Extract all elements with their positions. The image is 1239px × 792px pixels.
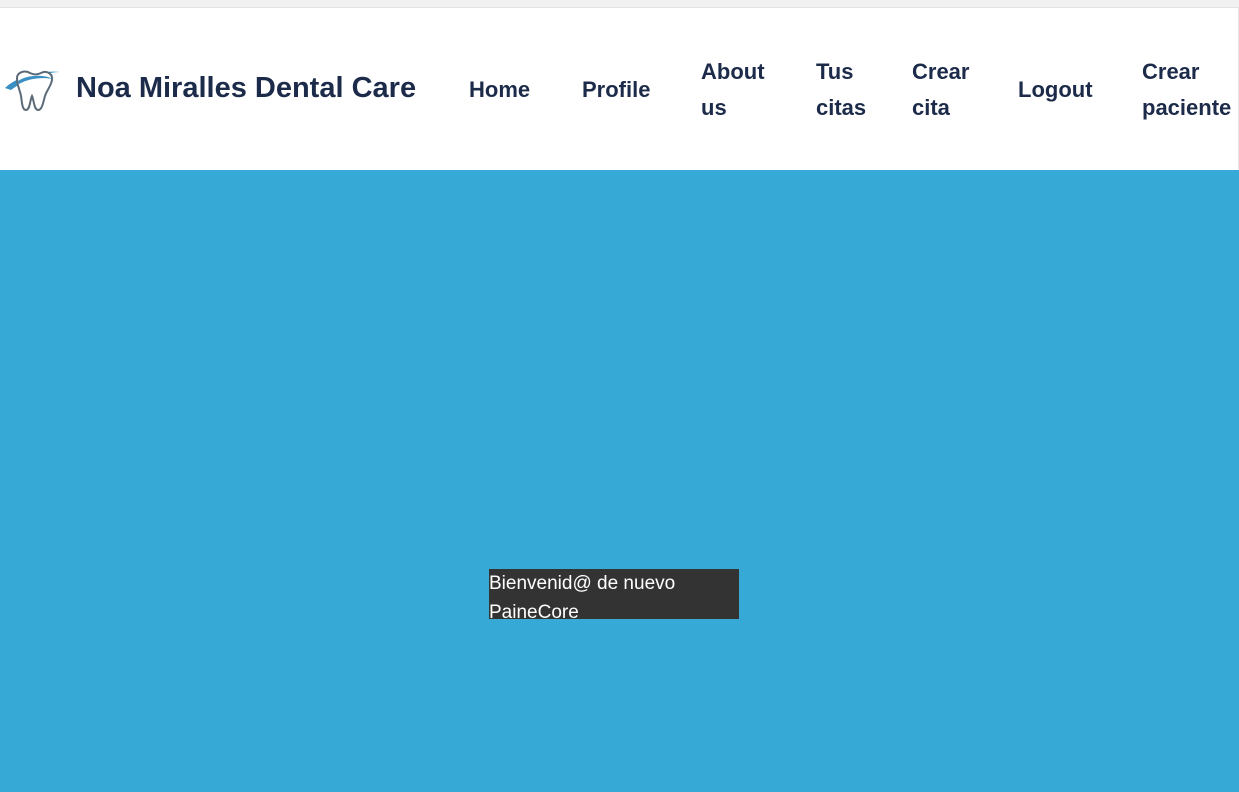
nav-about-us[interactable]: About us: [701, 54, 765, 126]
nav-logout[interactable]: Logout: [1018, 72, 1093, 108]
nav-home[interactable]: Home: [469, 72, 530, 108]
nav-tus-citas-line1: Tus: [816, 59, 854, 84]
browser-top-strip: [0, 0, 1239, 8]
nav-crear-paciente-line1: Crear: [1142, 59, 1200, 84]
tooth-logo-icon[interactable]: [3, 66, 61, 112]
nav-about-us-line1: About: [701, 59, 765, 84]
nav-tus-citas-line2: citas: [816, 95, 867, 120]
welcome-message: Bienvenid@ de nuevo PaineCore: [489, 569, 739, 623]
brand-name[interactable]: Noa Miralles Dental Care: [76, 72, 416, 105]
nav-crear-cita[interactable]: Crear cita: [912, 54, 969, 126]
welcome-line1: Bienvenid@ de nuevo: [489, 573, 676, 594]
nav-profile[interactable]: Profile: [582, 72, 650, 108]
nav-about-us-line2: us: [701, 95, 727, 120]
nav-crear-cita-line1: Crear: [912, 59, 970, 84]
navbar: Noa Miralles Dental Care Home Profile Ab…: [0, 8, 1239, 170]
nav-crear-paciente[interactable]: Crear paciente: [1142, 54, 1231, 126]
nav-crear-paciente-line2: paciente: [1142, 95, 1232, 120]
nav-crear-cita-line2: cita: [912, 95, 950, 120]
nav-tus-citas[interactable]: Tus citas: [816, 54, 866, 126]
welcome-username: PaineCore: [489, 602, 579, 623]
